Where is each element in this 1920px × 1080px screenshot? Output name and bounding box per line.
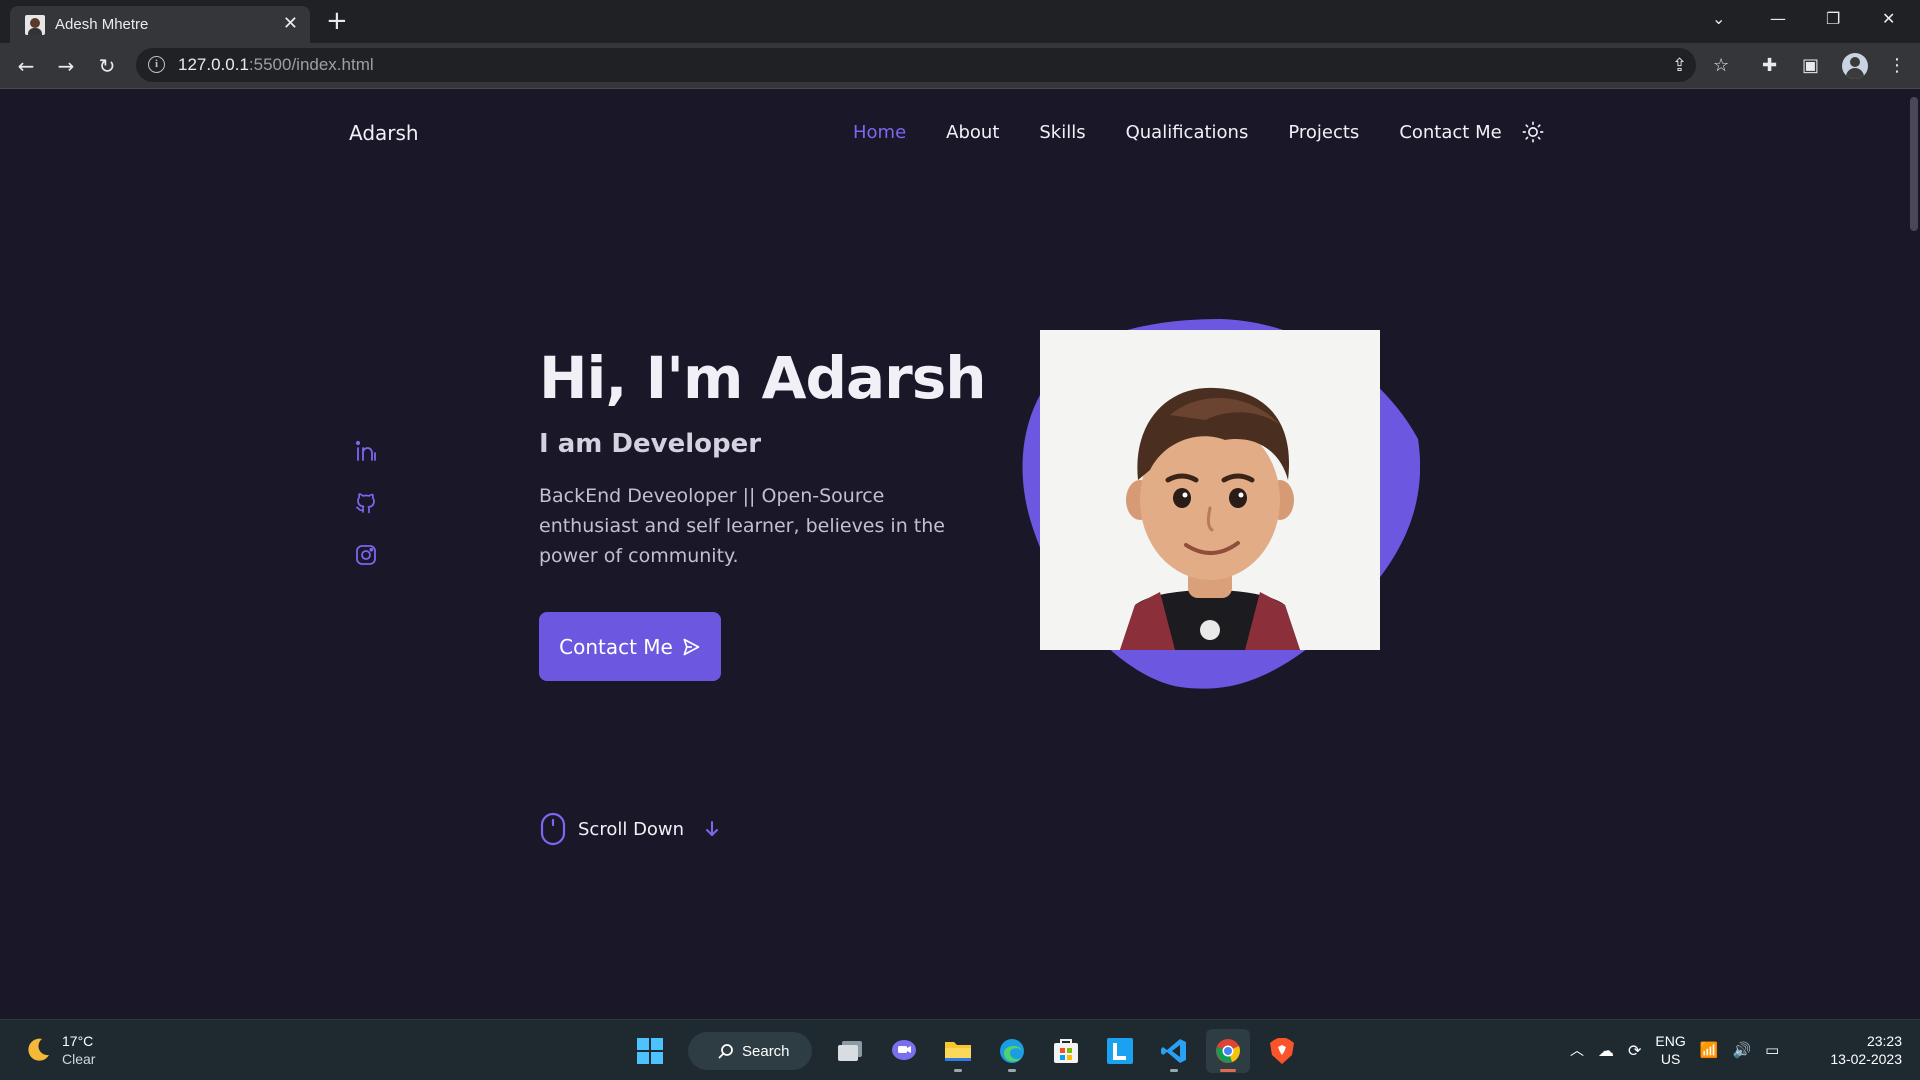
- brave-button[interactable]: [1260, 1029, 1304, 1073]
- side-panel-icon[interactable]: ▣: [1802, 55, 1819, 77]
- linkedin-icon[interactable]: [354, 439, 378, 463]
- tab-title: Adesh Mhetre: [55, 16, 149, 33]
- extensions-icon[interactable]: ✚: [1762, 55, 1777, 77]
- new-tab-icon[interactable]: +: [326, 6, 348, 36]
- brave-icon: [1270, 1038, 1294, 1064]
- edge-icon: [1000, 1039, 1024, 1063]
- running-indicator: [1220, 1069, 1236, 1072]
- minimize-icon[interactable]: —: [1770, 8, 1786, 30]
- windows-taskbar: 17°C Clear Search ︿ ☁ ⟳ ENG US 📶 🔊 ▭ 23:…: [0, 1019, 1920, 1080]
- arrow-down-icon: [706, 821, 719, 836]
- brand-logo[interactable]: Adarsh: [349, 121, 419, 145]
- search-icon: [718, 1044, 733, 1059]
- onedrive-icon[interactable]: ☁: [1598, 1041, 1614, 1060]
- store-button[interactable]: [1044, 1029, 1088, 1073]
- send-icon: [683, 638, 700, 655]
- vscode-icon: [1161, 1039, 1186, 1063]
- chat-icon: [892, 1040, 916, 1060]
- scroll-down-link[interactable]: Scroll Down: [540, 812, 720, 846]
- task-view-icon: [838, 1041, 862, 1061]
- running-indicator: [954, 1069, 962, 1072]
- taskbar-apps: Search: [628, 1029, 1304, 1073]
- store-icon: [1054, 1039, 1078, 1063]
- social-links: [354, 439, 378, 567]
- hero-description: BackEnd Deveoloper || Open-Source enthus…: [539, 485, 945, 567]
- start-button[interactable]: [628, 1029, 672, 1073]
- clock-time: 23:23: [1866, 1033, 1902, 1049]
- restore-icon[interactable]: ❐: [1826, 8, 1840, 30]
- close-window-icon[interactable]: ✕: [1882, 8, 1895, 30]
- browser-tab[interactable]: Adesh Mhetre ✕: [10, 6, 310, 43]
- windows-start-icon: [637, 1038, 663, 1064]
- contact-me-label: Contact Me: [559, 634, 673, 659]
- language-indicator[interactable]: ENG US: [1655, 1032, 1685, 1068]
- teams-chat-button[interactable]: [882, 1029, 926, 1073]
- folder-icon: [945, 1042, 971, 1061]
- nav-projects[interactable]: Projects: [1288, 122, 1359, 143]
- reload-icon[interactable]: ↻: [95, 54, 119, 78]
- address-url[interactable]: 127.0.0.1:5500/index.html: [178, 55, 374, 75]
- main-nav: Home About Skills Qualifications Project…: [853, 121, 1544, 143]
- bookmark-star-icon[interactable]: ☆: [1713, 55, 1729, 77]
- page-scrollbar[interactable]: [1908, 89, 1920, 1019]
- wifi-icon[interactable]: 📶: [1700, 1041, 1719, 1059]
- hero-subtitle: I am Developer: [539, 429, 762, 459]
- site-info-icon[interactable]: i: [148, 56, 165, 73]
- portfolio-page: Adarsh Home About Skills Qualifications …: [0, 89, 1908, 1019]
- address-bar[interactable]: i 127.0.0.1:5500/index.html: [136, 48, 1696, 82]
- weather-condition: Clear: [62, 1051, 96, 1067]
- clock[interactable]: 23:23 13-02-2023: [1822, 1032, 1902, 1068]
- task-view-button[interactable]: [828, 1029, 872, 1073]
- battery-icon[interactable]: ▭: [1765, 1041, 1779, 1059]
- scroll-down-label: Scroll Down: [578, 818, 685, 840]
- volume-icon[interactable]: 🔊: [1732, 1041, 1751, 1059]
- nav-home[interactable]: Home: [853, 122, 906, 143]
- weather-temp: 17°C: [62, 1033, 94, 1049]
- nav-about[interactable]: About: [946, 122, 999, 143]
- menu-kebab-icon[interactable]: ⋮: [1888, 55, 1906, 77]
- tray-overflow-chevron-icon[interactable]: ︿: [1570, 1040, 1584, 1060]
- theme-toggle-sun-icon[interactable]: [1522, 121, 1544, 143]
- nav-qualifications[interactable]: Qualifications: [1126, 122, 1249, 143]
- github-icon[interactable]: [354, 491, 378, 515]
- profile-photo: [1040, 330, 1380, 650]
- hero-title: Hi, I'm Adarsh: [539, 344, 987, 412]
- back-icon[interactable]: ←: [14, 54, 38, 78]
- nav-contact[interactable]: Contact Me: [1399, 122, 1501, 143]
- avatar-illustration: [1040, 330, 1380, 650]
- weather-widget[interactable]: 17°C Clear: [24, 1032, 95, 1068]
- share-icon[interactable]: ⇪: [1672, 55, 1687, 77]
- chrome-icon: [1216, 1039, 1240, 1063]
- tab-search-chevron-icon[interactable]: ⌄: [1712, 8, 1725, 30]
- taskbar-search[interactable]: Search: [688, 1032, 812, 1070]
- tab-close-icon[interactable]: ✕: [283, 14, 298, 34]
- moon-icon: [28, 1038, 49, 1061]
- instagram-icon[interactable]: [354, 543, 378, 567]
- vscode-button[interactable]: [1152, 1029, 1196, 1073]
- browser-tab-bar: Adesh Mhetre ✕ + ⌄ — ❐ ✕: [0, 0, 1920, 43]
- chrome-button[interactable]: [1206, 1029, 1250, 1073]
- browser-toolbar: ← → ↻ i 127.0.0.1:5500/index.html ⇪ ☆ ✚ …: [0, 43, 1920, 89]
- edge-button[interactable]: [990, 1029, 1034, 1073]
- taskbar-search-label: Search: [742, 1042, 790, 1060]
- l-app-icon: [1107, 1038, 1133, 1064]
- scrollbar-thumb[interactable]: [1910, 97, 1918, 231]
- tab-favicon-icon: [25, 15, 45, 35]
- mouse-icon: [540, 812, 566, 846]
- profile-avatar[interactable]: [1842, 53, 1868, 79]
- running-indicator: [1170, 1069, 1178, 1072]
- system-tray: ︿ ☁ ⟳ ENG US 📶 🔊 ▭: [1570, 1032, 1779, 1068]
- file-explorer-button[interactable]: [936, 1029, 980, 1073]
- lapp-button[interactable]: [1098, 1029, 1142, 1073]
- clock-date: 13-02-2023: [1830, 1051, 1902, 1067]
- sync-icon[interactable]: ⟳: [1628, 1041, 1641, 1060]
- contact-me-button[interactable]: Contact Me: [539, 612, 721, 681]
- forward-icon[interactable]: →: [54, 54, 78, 78]
- running-indicator: [1008, 1069, 1016, 1072]
- nav-skills[interactable]: Skills: [1039, 122, 1085, 143]
